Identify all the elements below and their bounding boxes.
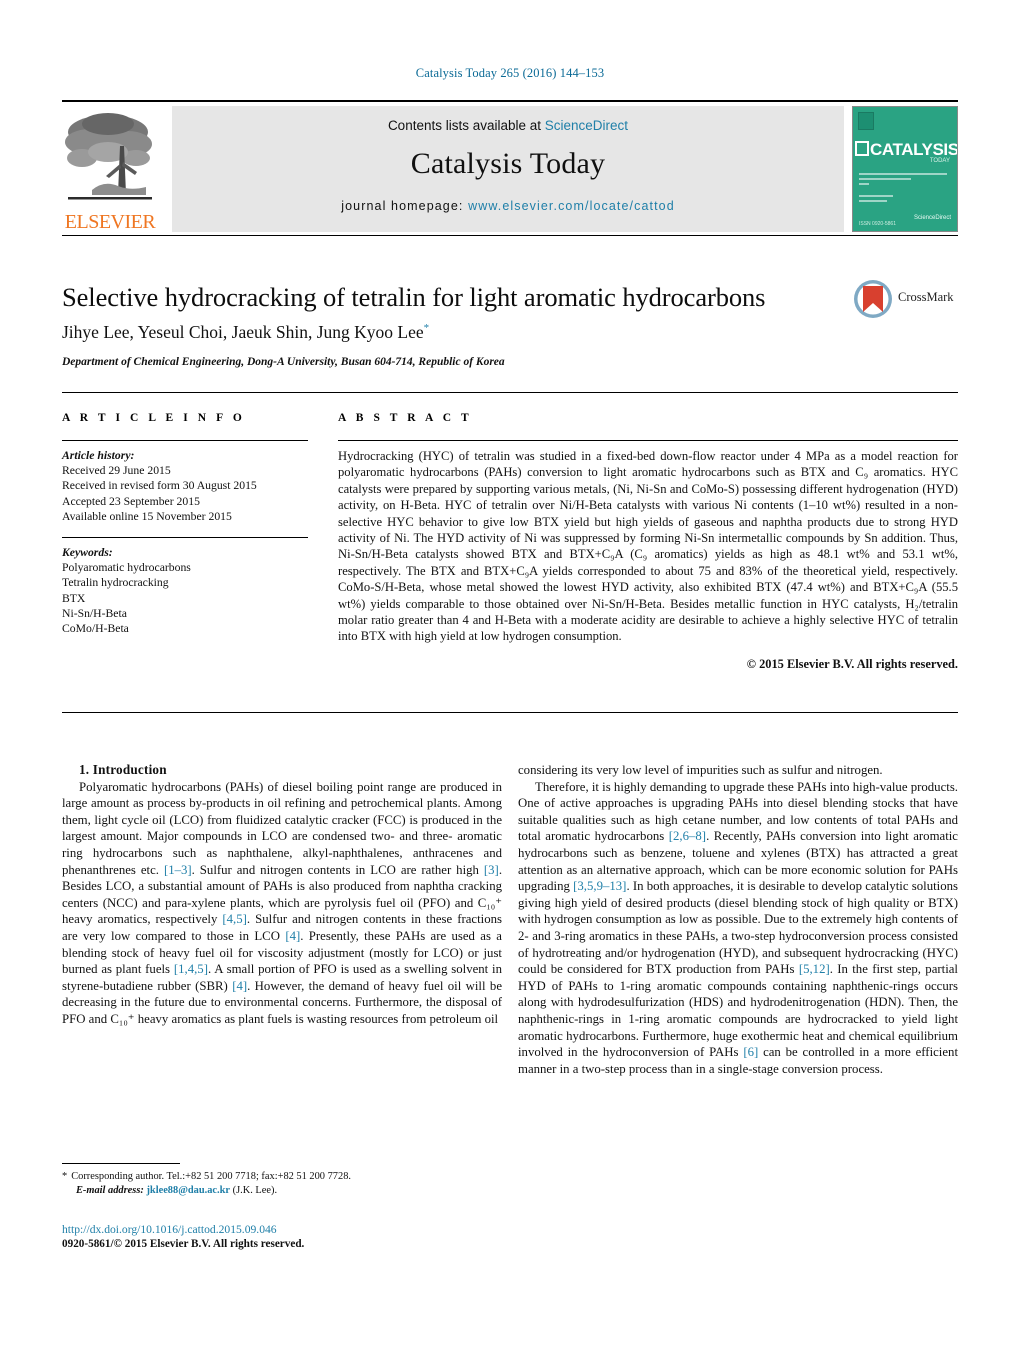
cover-issn: ISSN 0920-5861 [859,221,896,227]
crossmark-badge[interactable]: CrossMark [852,278,960,320]
doi-block: http://dx.doi.org/10.1016/j.cattod.2015.… [62,1222,532,1252]
journal-title: Catalysis Today [410,147,606,180]
citation-ref[interactable]: [6] [743,1045,758,1059]
keywords-block: Keywords: Polyaromatic hydrocarbons Tetr… [62,545,308,636]
affiliation: Department of Chemical Engineering, Dong… [62,356,505,368]
footnote-rule [62,1163,180,1164]
abstract-body: Hydrocracking (HYC) of tetralin was stud… [338,449,958,644]
citation-ref[interactable]: [4,5] [222,912,247,926]
elsevier-tree-icon [65,113,152,200]
cover-text-lines [859,173,951,205]
contents-list-line: Contents lists available at ScienceDirec… [172,118,844,133]
intro-text-b: . Sulfur and nitrogen contents in LCO ar… [191,862,484,877]
abstract-rule [338,440,958,441]
keyword-item: Polyaromatic hydrocarbons [62,561,191,575]
history-item: Received in revised form 30 August 2015 [62,479,257,493]
masthead-bottom-rule [62,235,958,236]
issn-copyright-line: 0920-5861/© 2015 Elsevier B.V. All right… [62,1238,305,1250]
intro-paragraph-1: Polyaromatic hydrocarbons (PAHs) of dies… [62,779,502,1028]
history-item: Received 29 June 2015 [62,464,171,478]
info-top-rule [62,392,958,393]
cover-square-icon [855,141,869,156]
page-title: Selective hydrocracking of tetralin for … [62,282,766,312]
keyword-item: BTX [62,591,86,605]
history-item: Available online 15 November 2015 [62,509,232,523]
abstract-copyright: © 2015 Elsevier B.V. All rights reserved… [746,656,958,671]
article-info-heading: A R T I C L E I N F O [62,412,246,424]
keywords-rule [62,537,308,539]
author-list: Jihye Lee, Yeseul Choi, Jaeuk Shin, Jung… [62,322,822,343]
paper-page: Catalysis Today 265 (2016) 144–153 ELSEV… [0,0,1020,1351]
introduction-heading: 1. Introduction [79,762,167,777]
abstract-column: A B S T R A C T Hydrocracking (HYC) of t… [338,412,958,672]
elsevier-logo: ELSEVIER [62,106,158,232]
journal-cover-thumbnail: CATALYSIS TODAY ScienceDirect ISSN 0920-… [852,106,958,232]
email-label: E-mail address: [76,1184,144,1196]
footnote-contact: Corresponding author. Tel.:+82 51 200 77… [71,1171,351,1182]
author-names: Jihye Lee, Yeseul Choi, Jaeuk Shin, Jung… [62,322,424,342]
abstract-heading: A B S T R A C T [338,412,473,424]
cover-title-text: CATALYSIS [870,140,958,159]
intro-continuation: considering its very low level of impuri… [518,763,883,777]
crossmark-label: CrossMark [898,290,954,304]
citation-ref[interactable]: [2,6–8] [669,829,706,843]
citation-ref[interactable]: [5,12] [799,962,830,976]
body-column-right: considering its very low level of impuri… [518,762,958,1077]
doi-link[interactable]: http://dx.doi.org/10.1016/j.cattod.2015.… [62,1223,277,1236]
article-info-column: A R T I C L E I N F O Article history: R… [62,412,308,636]
footnote-line-2: E-mail address: jklee88@dau.ac.kr (J.K. … [62,1184,502,1198]
crossmark-icon [854,280,892,318]
footnote-star: * [62,1171,68,1182]
article-history-label: Article history: [62,449,135,462]
citation-ref[interactable]: [3,5,9–13] [573,879,626,893]
keyword-item: Tetralin hydrocracking [62,576,169,590]
keywords-label: Keywords: [62,546,113,560]
article-info-rule [62,440,308,441]
elsevier-wordmark: ELSEVIER [64,211,156,233]
journal-masthead: ELSEVIER Contents lists available at Sci… [62,100,958,236]
history-item: Accepted 23 September 2015 [62,494,200,508]
keyword-item: CoMo/H-Beta [62,622,129,636]
citation-ref[interactable]: [4] [232,979,247,993]
cover-sciencedirect-mark: ScienceDirect [913,215,951,221]
contents-prefix: Contents lists available at [387,118,545,133]
article-history: Article history: Received 29 June 2015 R… [62,448,308,524]
abstract-bottom-rule [62,712,958,713]
intro-paragraph-2: Therefore, it is highly demanding to upg… [518,779,958,1078]
citation-ref[interactable]: [3] [484,863,499,877]
corresponding-author-marker: * [423,322,430,335]
sciencedirect-link[interactable]: ScienceDirect [545,118,628,133]
cover-title: CATALYSIS [855,140,958,160]
footnote-line-1: * Corresponding author. Tel.:+82 51 200 7… [62,1170,502,1184]
cover-tag: TODAY [929,158,950,164]
corresponding-author-footnote: * Corresponding author. Tel.:+82 51 200 7… [62,1170,502,1197]
keyword-item: Ni-Sn/H-Beta [62,606,127,620]
email-suffix: (J.K. Lee). [232,1184,278,1196]
body-column-left: 1. Introduction Polyaromatic hydrocarbon… [62,762,502,1028]
citation-ref[interactable]: [4] [285,929,300,943]
journal-homepage-link[interactable]: www.elsevier.com/locate/cattod [468,199,675,213]
homepage-prefix: journal homepage: [341,199,469,213]
masthead-top-rule [62,100,958,102]
journal-homepage-line: journal homepage: www.elsevier.com/locat… [172,199,844,213]
citation-ref[interactable]: [1,4,5] [174,962,208,976]
email-link[interactable]: jklee88@dau.ac.kr [146,1185,230,1196]
running-head: Catalysis Today 265 (2016) 144–153 [415,66,605,80]
cover-elsevier-icon [858,112,874,130]
masthead-centre-panel: Contents lists available at ScienceDirec… [172,106,844,232]
citation-ref[interactable]: [1–3] [164,863,192,877]
